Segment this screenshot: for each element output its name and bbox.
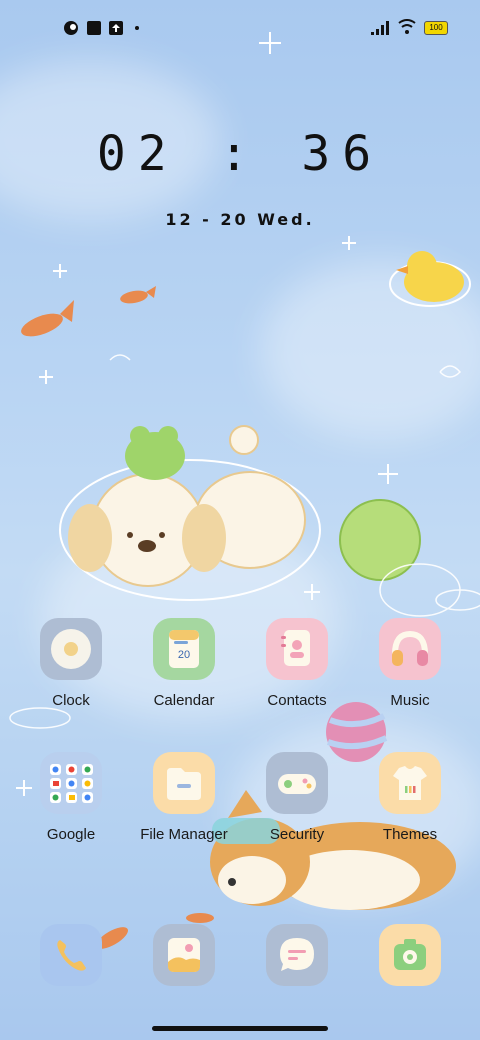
tshirt-icon[interactable] [379,752,441,814]
app-security[interactable]: Security [241,752,353,843]
clock-icon[interactable] [40,618,102,680]
app-themes[interactable]: Themes [354,752,466,843]
app-calendar[interactable]: 20 Calendar [128,618,240,709]
gamepad-icon[interactable] [266,752,328,814]
square-app-icon [87,21,101,35]
home-clock-time[interactable]: 02 : 36 [0,126,480,182]
messages-icon[interactable] [266,924,328,986]
headphones-icon[interactable] [379,618,441,680]
app-label: Music [390,692,430,709]
app-label: Themes [382,826,438,843]
phone-icon[interactable] [40,924,102,986]
home-clock-date[interactable]: 12 - 20 Wed. [0,210,480,229]
wifi-icon [398,19,416,34]
app-label: Calendar [153,692,215,709]
app-label: Clock [52,692,90,709]
app-music[interactable]: Music [354,618,466,709]
app-label: Contacts [267,692,327,709]
upload-icon [109,21,123,35]
battery-level: 100 [429,23,443,32]
contacts-icon[interactable] [266,618,328,680]
home-gesture-bar[interactable] [152,1026,328,1031]
app-file-manager[interactable]: File Manager [128,752,240,843]
battery-indicator: 100 [424,21,448,35]
app-clock[interactable]: Clock [15,618,127,709]
status-bar: 100 [0,0,480,52]
app-label: Security [269,826,325,843]
calendar-icon[interactable]: 20 [153,618,215,680]
circle-app-icon [64,21,78,35]
file-manager-icon[interactable] [153,752,215,814]
gallery-icon[interactable] [153,924,215,986]
folder-icon[interactable] [40,752,102,814]
signal-icon [371,21,389,35]
folder-google[interactable]: Google [15,752,127,843]
camera-icon[interactable] [379,924,441,986]
app-label: File Manager [140,826,228,843]
calendar-day: 20 [177,649,191,661]
app-label: Google [46,826,96,843]
app-contacts[interactable]: Contacts [241,618,353,709]
dot-icon [135,26,139,30]
